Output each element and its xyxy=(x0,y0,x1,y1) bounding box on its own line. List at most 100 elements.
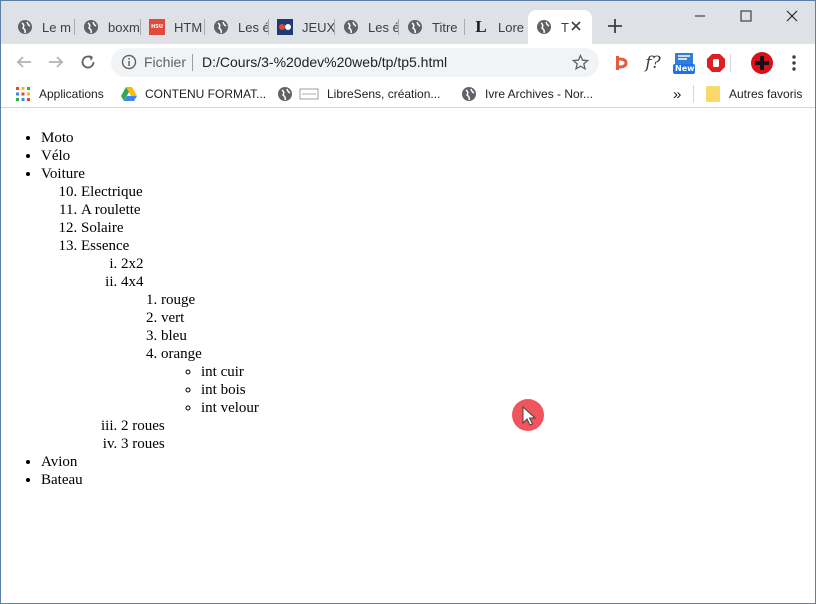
list-item: bleu xyxy=(161,327,815,345)
close-tab-icon[interactable] xyxy=(568,18,584,34)
menu-kebab-icon[interactable] xyxy=(782,51,806,75)
address-divider xyxy=(192,54,193,71)
bookmark-label: Autres favoris xyxy=(729,87,803,101)
bookmark-applications[interactable]: Applications xyxy=(15,85,104,103)
extension-f-icon[interactable]: f? xyxy=(641,51,665,75)
tab-4[interactable]: Les é xyxy=(205,12,269,42)
overflow-chevron-icon: » xyxy=(673,85,682,103)
url-scheme-label: Fichier xyxy=(144,54,187,70)
extension-new-icon[interactable]: New xyxy=(672,51,698,75)
tab-6[interactable]: Les é xyxy=(335,12,399,42)
url-text[interactable]: D:/Cours/3-%20dev%20web/tp/tp5.html xyxy=(202,54,447,70)
globe-icon xyxy=(407,19,423,35)
game-icon xyxy=(277,19,293,35)
apps-grid-icon xyxy=(15,86,31,102)
list-item-label: Essence xyxy=(81,238,130,254)
list-item-label: Voiture xyxy=(41,166,85,182)
car-type-list: Electrique A roulette Solaire Essence 2x… xyxy=(41,183,815,453)
list-item: 3 roues xyxy=(121,435,815,453)
globe-icon xyxy=(83,19,99,35)
list-item: int cuir xyxy=(201,363,815,381)
letter-l-icon-text: L xyxy=(475,17,487,36)
folder-icon xyxy=(705,86,721,102)
tab-title: Les é xyxy=(238,19,269,35)
list-item: rouge xyxy=(161,291,815,309)
color-list: rouge vert bleu orange int cuir int bois xyxy=(121,291,815,417)
bookmark-ivre-archives[interactable]: Ivre Archives - Nor... xyxy=(461,85,593,103)
back-button[interactable] xyxy=(13,51,35,73)
maximize-button[interactable] xyxy=(723,1,769,31)
list-item: Moto xyxy=(41,129,815,147)
bookmarks-overflow-button[interactable]: » xyxy=(673,85,681,103)
tab-1[interactable]: Le m xyxy=(9,12,75,42)
address-bar[interactable]: Fichier D:/Cours/3-%20dev%20web/tp/tp5.h… xyxy=(111,48,599,77)
vehicle-list: Moto Vélo Voiture Electrique A roulette … xyxy=(1,129,815,489)
minimize-button[interactable] xyxy=(677,1,723,31)
tab-title: Le m xyxy=(42,19,71,35)
list-item: 2x2 xyxy=(121,255,815,273)
globe-icon xyxy=(277,86,293,102)
bookmark-label: Applications xyxy=(39,87,104,101)
tab-title: HTM xyxy=(174,19,203,35)
list-item-label: orange xyxy=(161,346,202,362)
toolbar-divider xyxy=(723,51,737,75)
info-icon[interactable] xyxy=(121,54,137,70)
globe-icon xyxy=(536,19,552,35)
bookmark-label: CONTENU FORMAT... xyxy=(145,87,267,101)
tab-5[interactable]: JEUX xyxy=(269,12,335,42)
tab-title: JEUX xyxy=(302,19,335,35)
tab-2[interactable]: boxm xyxy=(75,12,141,42)
extension-red-cross-icon[interactable] xyxy=(750,51,774,75)
list-item: Essence 2x2 4x4 rouge vert bleu xyxy=(81,237,815,453)
reload-button[interactable] xyxy=(77,51,99,73)
bookmark-label: LibreSens, création... xyxy=(327,87,441,101)
close-window-button[interactable] xyxy=(769,1,815,31)
list-item-label: 4x4 xyxy=(121,274,144,290)
globe-icon xyxy=(461,86,477,102)
letter-l-icon: L xyxy=(473,17,489,36)
list-item: 2 roues xyxy=(121,417,815,435)
bookmark-label: Ivre Archives - Nor... xyxy=(485,87,594,101)
hsu-icon-text: HSU xyxy=(151,24,163,30)
mouse-cursor-icon xyxy=(512,399,544,431)
new-tab-button[interactable] xyxy=(605,16,625,36)
list-item: int velour xyxy=(201,399,815,417)
hsu-icon: HSU xyxy=(149,19,165,35)
list-item: Solaire xyxy=(81,219,815,237)
tab-strip: Le m boxm HSU HTM Les é JEUX Les é Titre… xyxy=(1,1,815,44)
list-item: 4x4 rouge vert bleu orange int cuir xyxy=(121,273,815,417)
tab-8[interactable]: L Lore xyxy=(465,12,529,42)
bookmark-libresens[interactable]: LibreSens, création... xyxy=(277,85,440,103)
tab-title: Lore xyxy=(498,19,525,35)
bookmark-other-favorites[interactable]: Autres favoris xyxy=(705,85,802,103)
list-item: vert xyxy=(161,309,815,327)
tab-3[interactable]: HSU HTM xyxy=(141,12,205,42)
list-item: Vélo xyxy=(41,147,815,165)
bookmark-star-icon[interactable] xyxy=(571,53,590,71)
list-item: A roulette xyxy=(81,201,815,219)
interior-list: int cuir int bois int velour xyxy=(161,363,815,417)
bookmarks-divider xyxy=(693,85,694,103)
bookmarks-bar: Applications CONTENU FORMAT... LibreSens… xyxy=(1,80,815,108)
page-content: Moto Vélo Voiture Electrique A roulette … xyxy=(1,109,815,603)
essence-list: 2x2 4x4 rouge vert bleu orange xyxy=(81,255,815,453)
extension-red-b-icon[interactable] xyxy=(610,51,634,75)
globe-icon xyxy=(343,19,359,35)
list-item: orange int cuir int bois int velour xyxy=(161,345,815,417)
tab-title: Titre xyxy=(432,19,458,35)
libresens-logo-icon xyxy=(299,86,319,102)
tab-title: boxm xyxy=(108,19,140,35)
globe-icon xyxy=(17,19,33,35)
list-item: Avion xyxy=(41,453,815,471)
bookmark-contenu-format[interactable]: CONTENU FORMAT... xyxy=(121,85,266,103)
list-item: Electrique xyxy=(81,183,815,201)
extension-f-label: f? xyxy=(645,53,661,73)
forward-button[interactable] xyxy=(45,51,67,73)
tab-title: Les é xyxy=(368,19,399,35)
google-drive-icon xyxy=(121,86,137,102)
list-item: Voiture Electrique A roulette Solaire Es… xyxy=(41,165,815,453)
extension-new-badge: New xyxy=(675,64,695,73)
tab-7[interactable]: Titre xyxy=(399,12,465,42)
tab-9-active[interactable]: T xyxy=(528,10,592,44)
list-item: int bois xyxy=(201,381,815,399)
